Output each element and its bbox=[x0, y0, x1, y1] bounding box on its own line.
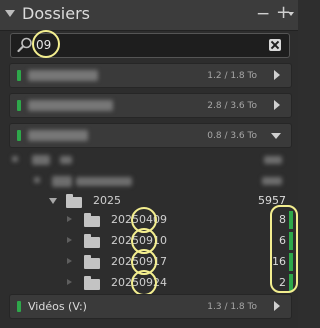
expand-chevron-icon[interactable] bbox=[274, 301, 280, 311]
tree-row[interactable] bbox=[0, 171, 298, 193]
blurred-content bbox=[34, 177, 40, 183]
panel-header[interactable]: Dossiers − + bbox=[0, 0, 298, 31]
folder-name: 2025 bbox=[93, 194, 121, 207]
tree-row[interactable] bbox=[0, 150, 298, 172]
volume-size: 1.2 / 1.8 To bbox=[207, 71, 257, 81]
blurred-content bbox=[76, 177, 132, 186]
expand-chevron-icon[interactable] bbox=[274, 100, 280, 110]
collapsed-triangle-icon[interactable] bbox=[67, 237, 72, 243]
highlight-circle bbox=[131, 270, 157, 296]
folder-icon bbox=[84, 234, 100, 248]
volume-size: 2.8 / 3.6 To bbox=[207, 101, 257, 111]
folders-panel: Dossiers − + 09 1.2 / 1.8 To 2.8 / 3.6 T… bbox=[0, 0, 298, 328]
search-icon bbox=[17, 37, 32, 53]
blurred-content bbox=[12, 156, 18, 162]
highlight-circle bbox=[32, 30, 60, 58]
volume-name-blurred bbox=[28, 70, 98, 81]
volume-row-3[interactable]: 0.8 / 3.6 To bbox=[9, 123, 292, 148]
collapse-triangle-icon[interactable] bbox=[5, 10, 15, 17]
add-menu-chevron-icon[interactable] bbox=[288, 12, 294, 16]
expand-chevron-icon[interactable] bbox=[274, 70, 280, 80]
remove-folder-button[interactable]: − bbox=[256, 6, 270, 23]
status-led bbox=[17, 70, 21, 81]
collapse-chevron-icon[interactable] bbox=[271, 133, 281, 139]
blurred-content bbox=[60, 156, 72, 164]
expanded-triangle-icon[interactable] bbox=[49, 198, 57, 204]
blurred-content bbox=[262, 177, 282, 185]
status-led bbox=[17, 100, 21, 111]
blurred-content bbox=[32, 155, 50, 165]
volume-name: Vidéos (V:) bbox=[28, 300, 87, 313]
volume-row-4[interactable]: Vidéos (V:) 1.3 / 1.8 To bbox=[9, 294, 292, 319]
folder-icon bbox=[66, 194, 82, 208]
collapsed-triangle-icon[interactable] bbox=[67, 216, 72, 222]
clear-search-icon[interactable] bbox=[269, 39, 281, 51]
panel-title: Dossiers bbox=[22, 4, 90, 23]
status-led bbox=[17, 130, 21, 141]
status-led bbox=[17, 301, 21, 312]
volume-size: 0.8 / 3.6 To bbox=[207, 131, 257, 141]
blurred-content bbox=[264, 156, 282, 164]
volume-name-blurred bbox=[28, 130, 88, 141]
collapsed-triangle-icon[interactable] bbox=[67, 258, 72, 264]
volume-row-2[interactable]: 2.8 / 3.6 To bbox=[9, 93, 292, 118]
volume-name-blurred bbox=[28, 100, 113, 111]
collapsed-triangle-icon[interactable] bbox=[67, 279, 72, 285]
highlight-box bbox=[270, 205, 298, 293]
folder-icon bbox=[84, 276, 100, 290]
folder-icon bbox=[84, 255, 100, 269]
volume-size: 1.3 / 1.8 To bbox=[207, 302, 257, 312]
folder-icon bbox=[84, 213, 100, 227]
volume-row-1[interactable]: 1.2 / 1.8 To bbox=[9, 63, 292, 88]
blurred-content bbox=[52, 176, 72, 187]
